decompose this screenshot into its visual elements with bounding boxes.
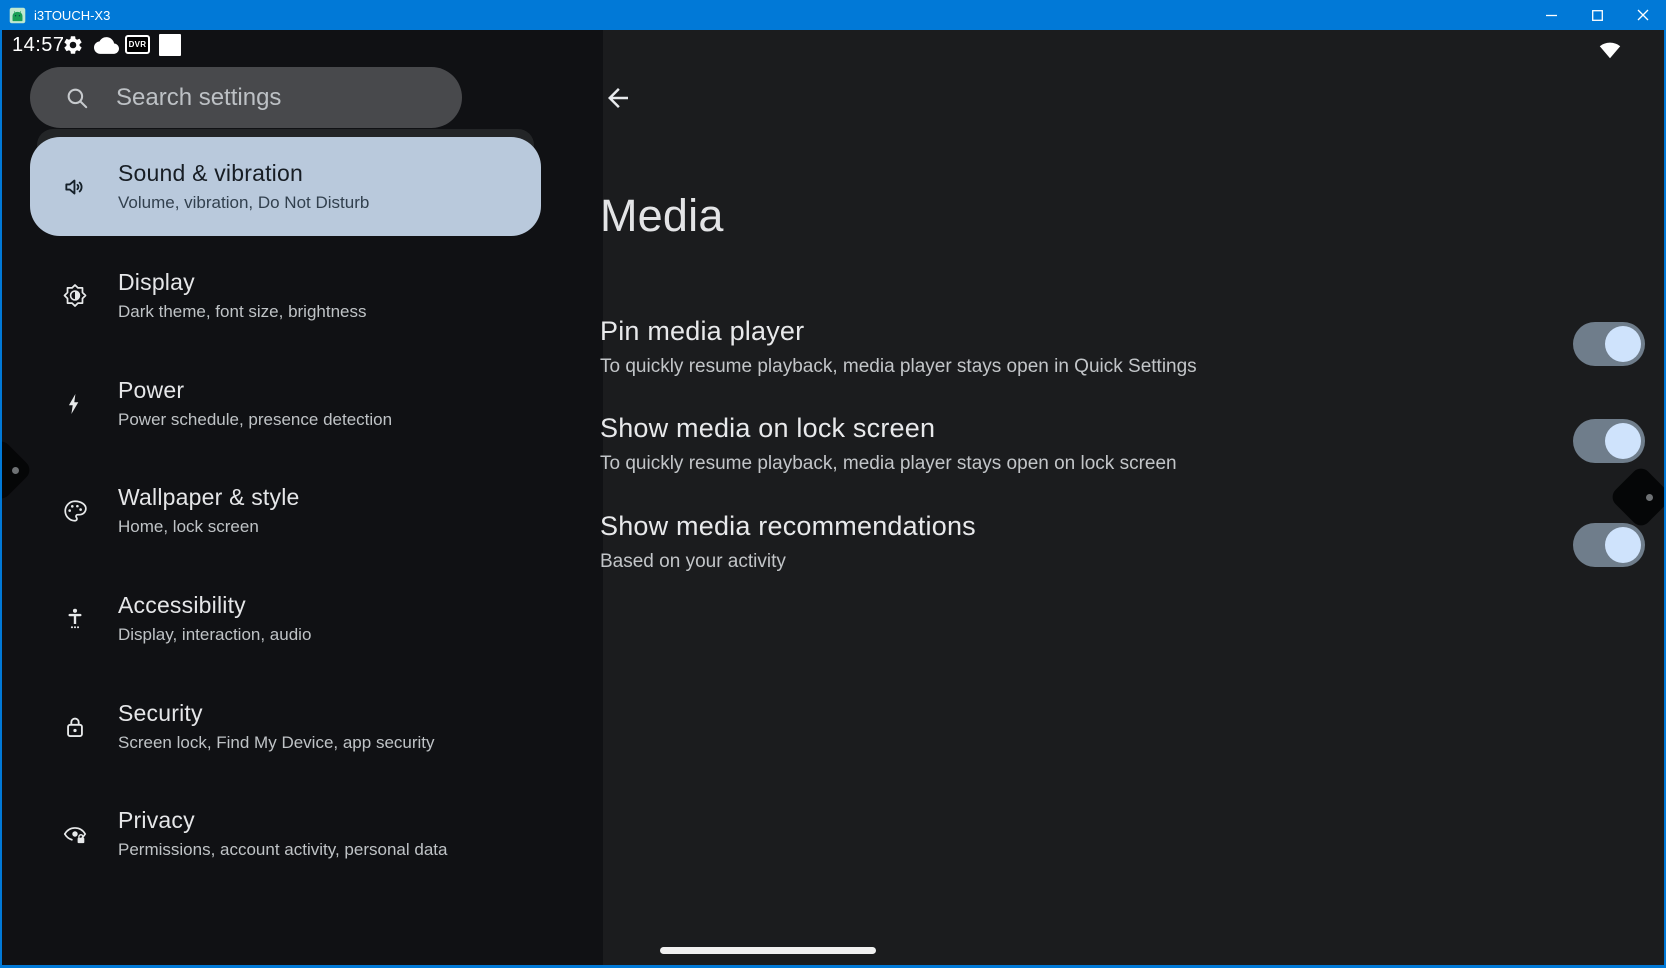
sidebar-item-sub: Home, lock screen: [118, 517, 300, 537]
gesture-navigation-bar[interactable]: [660, 947, 876, 954]
accessibility-icon: [62, 606, 88, 632]
setting-sub: To quickly resume playback, media player…: [600, 453, 1550, 475]
palette-icon: [62, 497, 88, 525]
sidebar-item-sub: Volume, vibration, Do Not Disturb: [118, 193, 369, 213]
search-icon: [64, 85, 90, 111]
setting-sub: Based on your activity: [600, 551, 1550, 573]
setting-label: Show media on lock screen: [600, 413, 1550, 444]
toggle-thumb: [1605, 423, 1641, 459]
show-media-recommendations-toggle[interactable]: [1573, 523, 1645, 567]
show-media-lock-screen-toggle[interactable]: [1573, 419, 1645, 463]
sidebar-item-sub: Power schedule, presence detection: [118, 410, 392, 430]
volume-icon: [62, 173, 88, 201]
sidebar-item-label: Security: [118, 700, 435, 727]
app-window: i3TOUCH-X3 14:57 DVR: [0, 0, 1666, 968]
setting-row-show-media-lock-screen[interactable]: Show media on lock screen To quickly res…: [600, 413, 1550, 475]
lock-icon: [62, 714, 88, 740]
pin-media-player-toggle[interactable]: [1573, 322, 1645, 366]
setting-label: Show media recommendations: [600, 511, 1550, 542]
left-edge-tab-dot-icon: [12, 467, 19, 474]
dvr-status-icon: DVR: [125, 35, 150, 54]
eye-lock-icon: [62, 820, 88, 848]
bolt-icon: [62, 392, 88, 416]
status-clock: 14:57: [12, 30, 65, 60]
sidebar-item-power[interactable]: Power Power schedule, presence detection: [30, 354, 541, 453]
sidebar-item-label: Display: [118, 269, 367, 296]
back-arrow-icon: [603, 83, 633, 113]
sidebar-item-security[interactable]: Security Screen lock, Find My Device, ap…: [30, 677, 541, 776]
sidebar-item-display[interactable]: Display Dark theme, font size, brightnes…: [30, 246, 541, 345]
sidebar-item-label: Sound & vibration: [118, 160, 369, 187]
sidebar-item-sub: Display, interaction, audio: [118, 625, 311, 645]
sidebar-item-label: Privacy: [118, 807, 447, 834]
sidebar-item-sub: Dark theme, font size, brightness: [118, 302, 367, 322]
page-title: Media: [600, 190, 724, 242]
window-titlebar: i3TOUCH-X3: [0, 0, 1666, 30]
brightness-icon: [62, 282, 88, 309]
sidebar-item-sub: Screen lock, Find My Device, app securit…: [118, 733, 435, 753]
settings-notification-icon: [62, 30, 84, 60]
search-input[interactable]: Search settings: [30, 67, 462, 128]
sidebar-item-sub: Permissions, account activity, personal …: [118, 840, 447, 860]
setting-row-show-media-recommendations[interactable]: Show media recommendations Based on your…: [600, 511, 1550, 573]
setting-label: Pin media player: [600, 316, 1550, 347]
media-settings-pane: Media Pin media player To quickly resume…: [603, 30, 1664, 965]
search-placeholder: Search settings: [116, 84, 281, 112]
sidebar-item-privacy[interactable]: Privacy Permissions, account activity, p…: [30, 784, 541, 883]
toggle-thumb: [1605, 527, 1641, 563]
setting-row-pin-media-player[interactable]: Pin media player To quickly resume playb…: [600, 316, 1550, 378]
sidebar-item-accessibility[interactable]: Accessibility Display, interaction, audi…: [30, 569, 541, 668]
right-edge-tab-dot-icon: [1646, 494, 1653, 501]
cloud-status-icon: [94, 30, 119, 60]
android-screen: 14:57 DVR Search settings: [2, 30, 1664, 965]
close-button[interactable]: [1620, 0, 1666, 30]
toggle-thumb: [1605, 326, 1641, 362]
maximize-button[interactable]: [1574, 0, 1620, 30]
back-button[interactable]: [600, 80, 636, 116]
sidebar-item-label: Power: [118, 377, 392, 404]
sidebar-item-wallpaper-style[interactable]: Wallpaper & style Home, lock screen: [30, 461, 541, 560]
sidebar-item-label: Wallpaper & style: [118, 484, 300, 511]
screen-share-status-icon: [159, 34, 181, 56]
sidebar-item-label: Accessibility: [118, 592, 311, 619]
android-logo-icon: [9, 7, 26, 24]
window-title: i3TOUCH-X3: [34, 8, 110, 23]
minimize-button[interactable]: [1528, 0, 1574, 30]
sidebar-item-sound-vibration[interactable]: Sound & vibration Volume, vibration, Do …: [30, 137, 541, 236]
setting-sub: To quickly resume playback, media player…: [600, 356, 1550, 378]
